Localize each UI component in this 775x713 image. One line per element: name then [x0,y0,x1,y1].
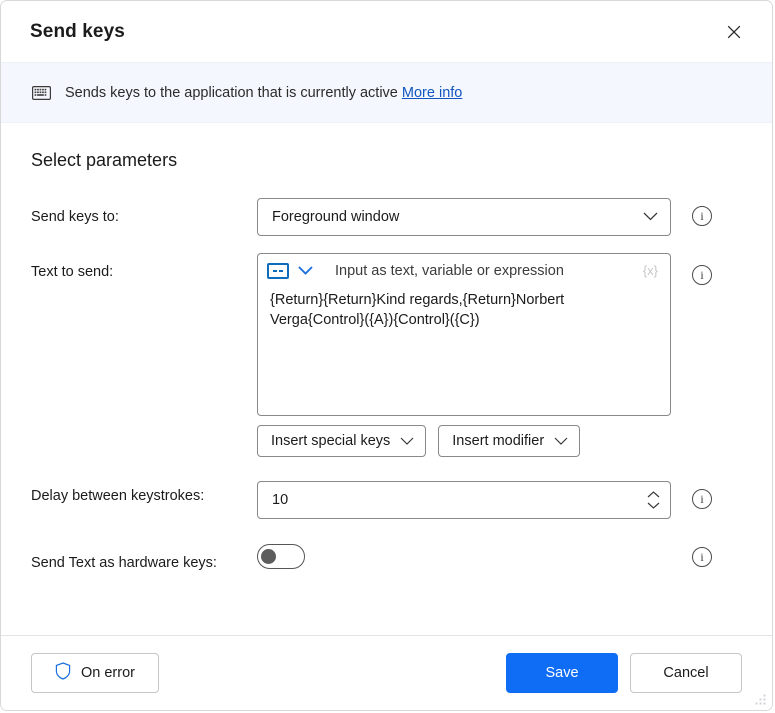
dialog-body: Select parameters Send keys to: Foregrou… [1,123,772,635]
send-keys-dialog: Send keys Sends keys to the application … [0,0,773,711]
delay-input[interactable] [272,492,647,508]
text-input-type-icon[interactable] [267,262,289,279]
send-text-as-hardware-keys-toggle[interactable] [257,544,305,569]
text-to-send-value[interactable]: {Return}{Return}Kind regards,{Return}Nor… [258,287,670,415]
save-button[interactable]: Save [506,653,618,693]
shield-icon [55,662,71,684]
chevron-down-icon [400,437,414,445]
info-icon-delay[interactable]: i [692,489,712,509]
chevron-down-icon[interactable] [647,502,660,509]
banner-text-wrapper: Sends keys to the application that is cu… [65,85,462,101]
dialog-footer: On error Save Cancel [1,635,772,710]
text-to-send-header: Input as text, variable or expression {x… [258,254,670,287]
dialog-titlebar: Send keys [1,1,772,62]
insert-modifier-label: Insert modifier [452,433,545,449]
label-text-to-send: Text to send: [31,264,114,280]
send-keys-to-value: Foreground window [272,209,400,225]
chevron-down-icon [554,437,568,445]
info-icon-send-keys-to[interactable]: i [692,206,712,226]
insert-special-keys-label: Insert special keys [271,433,391,449]
row-text-to-send: Text to send: Input as text, variable or… [31,253,742,457]
banner-description: Sends keys to the application that is cu… [65,84,398,101]
info-icon-hardware-keys[interactable]: i [692,547,712,567]
resize-grip[interactable] [754,693,767,706]
on-error-label: On error [81,665,135,681]
chevron-down-icon [643,209,658,225]
keyboard-icon [31,83,51,103]
send-keys-to-dropdown[interactable]: Foreground window [257,198,671,236]
close-button[interactable] [714,13,754,51]
more-info-link[interactable]: More info [402,85,462,101]
insert-buttons-row: Insert special keys Insert modifier [257,425,671,457]
row-send-text-as-hardware-keys: Send Text as hardware keys: i [31,544,742,574]
delay-spinner[interactable] [647,491,662,509]
text-to-send-placeholder: Input as text, variable or expression [335,262,564,279]
dialog-title: Send keys [30,20,125,42]
label-send-text-as-hardware-keys: Send Text as hardware keys: [31,555,217,571]
text-to-send-textbox[interactable]: Input as text, variable or expression {x… [257,253,671,416]
delay-spinbox[interactable] [257,481,671,519]
row-delay-between-keystrokes: Delay between keystrokes: 10 i [31,481,742,519]
label-delay-between-keystrokes: Delay between keystrokes: [31,488,205,504]
cancel-button[interactable]: Cancel [630,653,742,693]
toggle-knob [261,549,276,564]
variable-badge-icon[interactable]: {x} [643,263,660,278]
insert-special-keys-button[interactable]: Insert special keys [257,425,427,457]
close-icon [727,25,741,38]
label-send-keys-to: Send keys to: [31,209,119,225]
chevron-up-icon[interactable] [647,491,660,498]
on-error-button[interactable]: On error [31,653,159,693]
chevron-down-icon[interactable] [298,266,313,275]
info-banner: Sends keys to the application that is cu… [1,62,772,123]
insert-modifier-button[interactable]: Insert modifier [438,425,581,457]
section-title: Select parameters [31,150,178,170]
row-send-keys-to: Send keys to: Foreground window i [31,198,742,236]
info-icon-text-to-send[interactable]: i [692,265,712,285]
